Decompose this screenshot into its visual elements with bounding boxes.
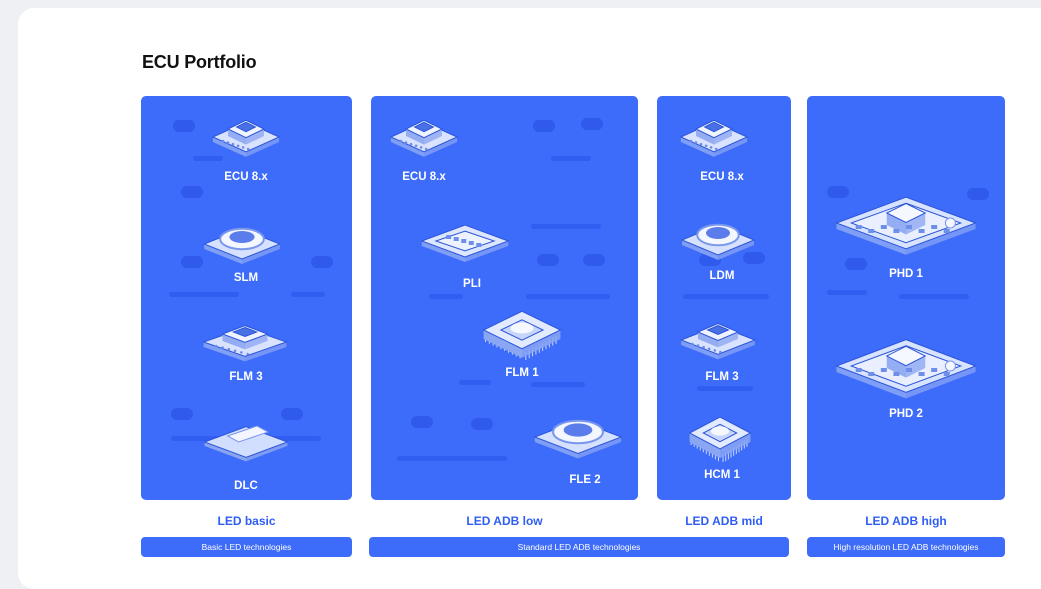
module-label: PLI: [463, 278, 481, 290]
ecu-module-icon: [678, 304, 758, 364]
category-label: LED basic: [217, 514, 276, 528]
board-module-icon: [418, 212, 512, 270]
module-label: DLC: [234, 480, 258, 492]
ecu-module-icon: [678, 100, 750, 162]
module-label: ECU 8.x: [700, 171, 744, 183]
module-label: HCM 1: [704, 469, 740, 481]
category-label: LED ADB high: [865, 514, 947, 528]
chip-package-icon: [474, 296, 570, 364]
module-label: PHD 1: [889, 268, 923, 280]
page-title: ECU Portfolio: [142, 52, 257, 72]
panel-led-adb-high: [807, 96, 1005, 500]
module-label: LDM: [709, 270, 735, 282]
category-label: LED ADB mid: [685, 514, 763, 528]
ecu-module-icon: [210, 100, 282, 162]
large-board-icon: [832, 176, 980, 262]
category-label: LED ADB low: [466, 514, 543, 528]
chip-package-icon: [682, 404, 758, 462]
module-label: ECU 8.x: [224, 171, 268, 183]
description-pill: Basic LED technologies: [141, 537, 352, 557]
module-label: FLM 3: [705, 371, 739, 383]
module-label: FLM 3: [229, 371, 263, 383]
module-label: PHD 2: [889, 408, 923, 420]
large-board-icon: [832, 318, 980, 406]
module-label: SLM: [233, 272, 259, 284]
round-module-icon: [530, 398, 626, 464]
round-module-icon: [200, 208, 284, 268]
module-label: FLE 2: [569, 474, 601, 486]
description-pill: High resolution LED ADB technologies: [807, 537, 1005, 557]
ecu-module-icon: [388, 100, 460, 162]
module-label: FLM 1: [505, 367, 539, 379]
description-pill: Standard LED ADB technologies: [369, 537, 789, 557]
ecu-module-icon: [200, 306, 290, 366]
round-module-icon: [678, 204, 758, 264]
flat-board-icon: [200, 414, 292, 470]
module-label: ECU 8.x: [402, 171, 446, 183]
